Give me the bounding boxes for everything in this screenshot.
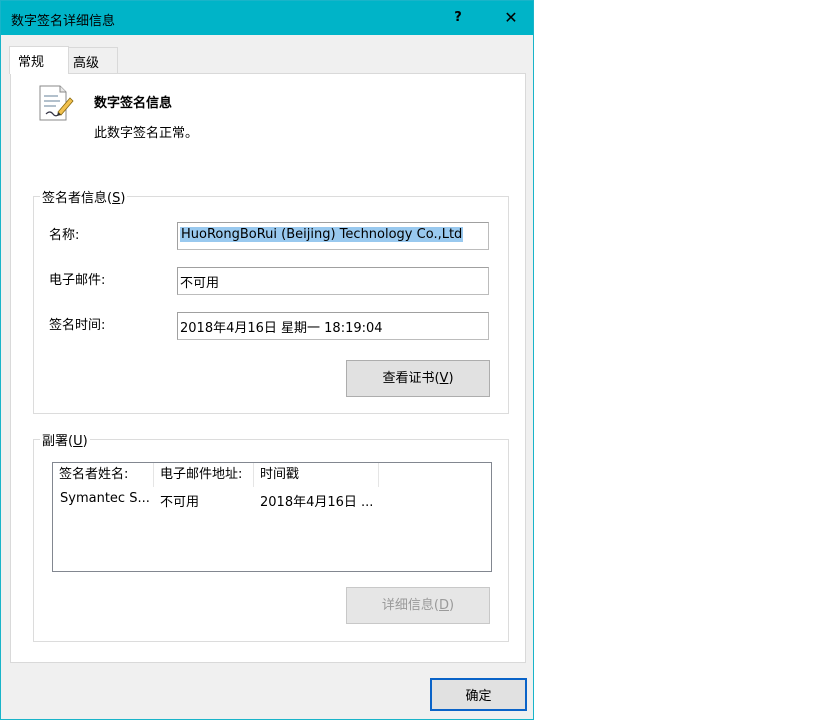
email-label: 电子邮件: — [49, 273, 106, 288]
row-timestamp: 2018年4月16日 ... — [260, 495, 374, 510]
countersignature-group: 副署(U) 签名者姓名: 电子邮件地址: 时间戳 Symantec S... 不… — [33, 430, 509, 642]
name-label: 名称: — [49, 228, 80, 243]
signing-time-field[interactable]: 2018年4月16日 星期一 18:19:04 — [177, 312, 489, 340]
tab-panel-general: 数字签名信息 此数字签名正常。 签名者信息(S) 名称: HuoRongBoRu… — [10, 73, 526, 663]
help-button[interactable]: ? — [445, 6, 471, 30]
window-title: 数字签名详细信息 — [11, 14, 116, 29]
ok-button[interactable]: 确定 — [430, 678, 527, 711]
column-header-timestamp[interactable]: 时间戳 — [254, 463, 379, 487]
title-bar[interactable]: 数字签名详细信息 ? ✕ — [1, 1, 533, 35]
row-email: 不可用 — [160, 495, 200, 510]
info-heading: 数字签名信息 — [94, 96, 173, 111]
column-header-email[interactable]: 电子邮件地址: — [154, 463, 254, 487]
info-status: 此数字签名正常。 — [94, 126, 199, 141]
signing-time-label: 签名时间: — [49, 318, 106, 333]
column-header-signer-name[interactable]: 签名者姓名: — [53, 463, 154, 487]
row-signer-name: Symantec S... — [60, 491, 150, 506]
certificate-icon — [39, 85, 74, 121]
name-field[interactable]: HuoRongBoRui (Beijing) Technology Co.,Lt… — [177, 222, 489, 250]
name-value: HuoRongBoRui (Beijing) Technology Co.,Lt… — [180, 227, 464, 242]
countersignature-group-label: 副署(U) — [40, 430, 90, 449]
dialog-window: 数字签名详细信息 ? ✕ 常规 高级 数字签名信息 此数字签名正常。 签名者信息… — [0, 0, 534, 720]
view-certificate-button[interactable]: 查看证书(V) — [346, 360, 490, 397]
email-field[interactable]: 不可用 — [177, 267, 489, 295]
details-button[interactable]: 详细信息(D) — [346, 587, 490, 624]
signer-group-label: 签名者信息(S) — [40, 187, 128, 206]
tab-general[interactable]: 常规 — [9, 46, 69, 74]
countersignature-list[interactable]: 签名者姓名: 电子邮件地址: 时间戳 Symantec S... 不可用 201… — [52, 462, 492, 572]
close-button[interactable]: ✕ — [498, 6, 524, 30]
signer-group: 签名者信息(S) 名称: HuoRongBoRui (Beijing) Tech… — [33, 187, 509, 414]
tab-advanced[interactable]: 高级 — [68, 47, 118, 73]
